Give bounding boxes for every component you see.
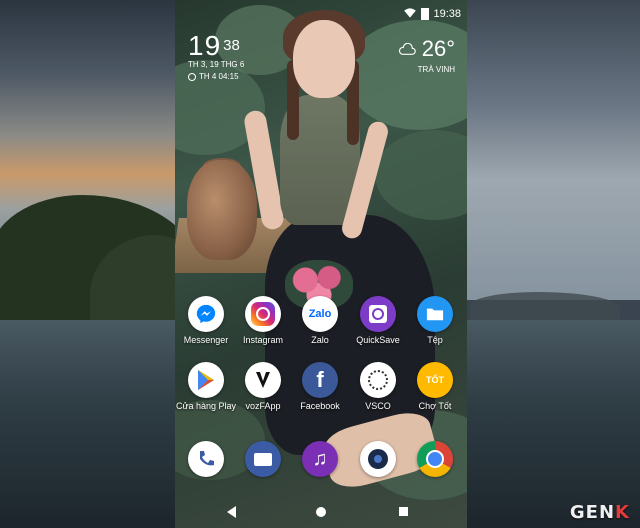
dock-music[interactable]: ♫: [289, 441, 351, 477]
chrome-icon: [417, 441, 453, 477]
app-messenger[interactable]: Messenger: [175, 296, 237, 345]
wifi-icon: [404, 8, 416, 18]
app-label: Tệp: [427, 335, 443, 345]
watermark-prefix: GEN: [569, 502, 616, 523]
clock-date: TH 3, 19 THG 6: [188, 60, 245, 69]
app-label: Facebook: [300, 401, 340, 411]
lotus-leaf: [375, 130, 467, 220]
mountain-right: [470, 292, 620, 322]
app-files[interactable]: Tệp: [404, 296, 466, 345]
app-label: Zalo: [311, 335, 329, 345]
status-time: 19:38: [433, 8, 461, 20]
weather-location: TRÀ VINH: [417, 65, 455, 74]
app-vozfapp[interactable]: vozFApp: [232, 362, 294, 411]
back-icon[interactable]: [227, 506, 236, 518]
weather-widget[interactable]: 26° TRÀ VINH: [398, 36, 455, 74]
dock-messages[interactable]: [232, 441, 294, 477]
navigation-bar: [175, 496, 467, 528]
music-icon: ♫: [302, 441, 338, 477]
cloud-icon: [398, 43, 416, 55]
alarm-row: TH 4 04:15: [188, 72, 244, 81]
sky-right: [460, 0, 640, 300]
app-vsco[interactable]: VSCO: [347, 362, 409, 411]
dock-camera[interactable]: [347, 441, 409, 477]
instagram-icon: [245, 296, 281, 332]
phone-dialer-icon: [188, 441, 224, 477]
dock-chrome[interactable]: [404, 441, 466, 477]
zalo-icon: Zalo: [302, 296, 338, 332]
app-cho-tot[interactable]: TỐT Chợ Tốt: [404, 362, 466, 411]
play-store-icon: [188, 362, 224, 398]
messenger-icon: [188, 296, 224, 332]
facebook-icon: f: [302, 362, 338, 398]
recent-apps-icon[interactable]: [399, 507, 408, 516]
dock-phone[interactable]: [175, 441, 237, 477]
watermark-accent: K: [615, 502, 630, 523]
app-zalo[interactable]: Zalo Zalo: [289, 296, 351, 345]
app-label: Instagram: [242, 335, 284, 345]
app-label: Chợ Tốt: [418, 401, 452, 411]
alarm-time: TH 4 04:15: [199, 72, 239, 81]
app-quicksave[interactable]: QuickSave: [347, 296, 409, 345]
battery-icon: [421, 8, 429, 20]
app-facebook[interactable]: f Facebook: [289, 362, 351, 411]
folder-icon: [417, 296, 453, 332]
clay-pot: [187, 160, 257, 260]
home-icon[interactable]: [316, 507, 326, 517]
vsco-icon: [360, 362, 396, 398]
zalo-logo-text: Zalo: [308, 308, 332, 320]
status-bar[interactable]: 19:38: [175, 0, 467, 28]
app-label: Cửa hàng Play: [175, 401, 237, 411]
clock-minute: 38: [223, 37, 240, 54]
weather-temperature: 26°: [421, 36, 455, 61]
phone-screen: 19:38 19 38 TH 3, 19 THG 6 TH 4 04:15 26°…: [175, 0, 467, 528]
app-label: VSCO: [365, 401, 391, 411]
alarm-clock-icon: [188, 72, 196, 81]
quicksave-icon: [360, 296, 396, 332]
clock-widget[interactable]: 19 38 TH 3, 19 THG 6 TH 4 04:15: [188, 30, 244, 81]
vozfapp-icon: [245, 362, 281, 398]
app-instagram[interactable]: Instagram: [232, 296, 294, 345]
app-label: vozFApp: [245, 401, 281, 411]
messages-icon: [245, 441, 281, 477]
app-label: Messenger: [183, 335, 229, 345]
woman-face: [293, 20, 355, 98]
clock-hour: 19: [188, 30, 222, 61]
camera-icon: [360, 441, 396, 477]
cho-tot-icon: TỐT: [417, 362, 453, 398]
genk-watermark: GENK: [570, 502, 630, 523]
app-label: QuickSave: [356, 335, 400, 345]
cho-tot-logo-text: TỐT: [426, 375, 444, 385]
app-play-store[interactable]: Cửa hàng Play: [175, 362, 237, 411]
